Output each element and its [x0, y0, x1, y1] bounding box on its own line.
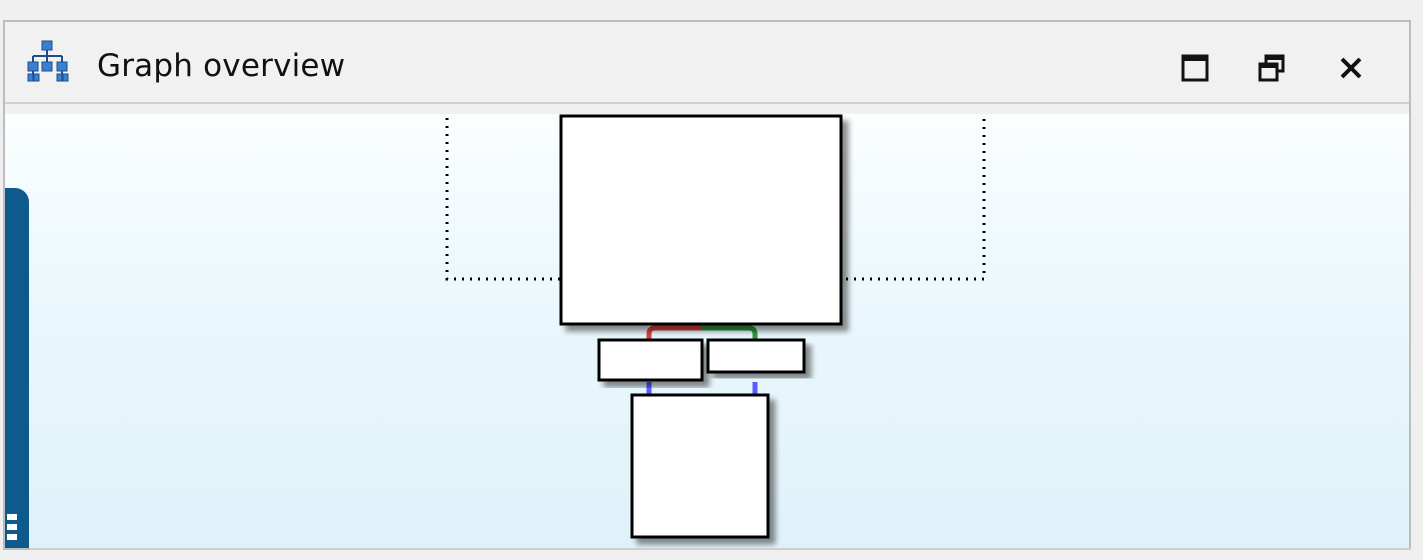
graph-overview-window: Graph overview — [0, 0, 1423, 560]
graph-node[interactable] — [706, 338, 806, 374]
graph-node[interactable] — [597, 338, 704, 382]
maximize-button[interactable] — [1177, 50, 1213, 86]
restore-button[interactable] — [1254, 50, 1290, 86]
panel-bottom-border — [30, 548, 1411, 550]
panel-titlebar[interactable]: Graph overview — [5, 22, 1409, 104]
hierarchy-icon — [27, 40, 69, 82]
panel-title: Graph overview — [97, 48, 346, 84]
close-icon — [1340, 57, 1362, 79]
outer-top-strip — [0, 0, 1423, 20]
maximize-icon — [1181, 54, 1209, 82]
restore-icon — [1258, 54, 1285, 82]
graph-drawing — [445, 114, 986, 539]
graph-node[interactable] — [630, 393, 770, 539]
close-button[interactable] — [1333, 50, 1369, 86]
graph-node[interactable] — [559, 114, 843, 326]
graph-overview-panel: Graph overview — [3, 20, 1411, 550]
graph-canvas[interactable] — [5, 114, 1409, 548]
